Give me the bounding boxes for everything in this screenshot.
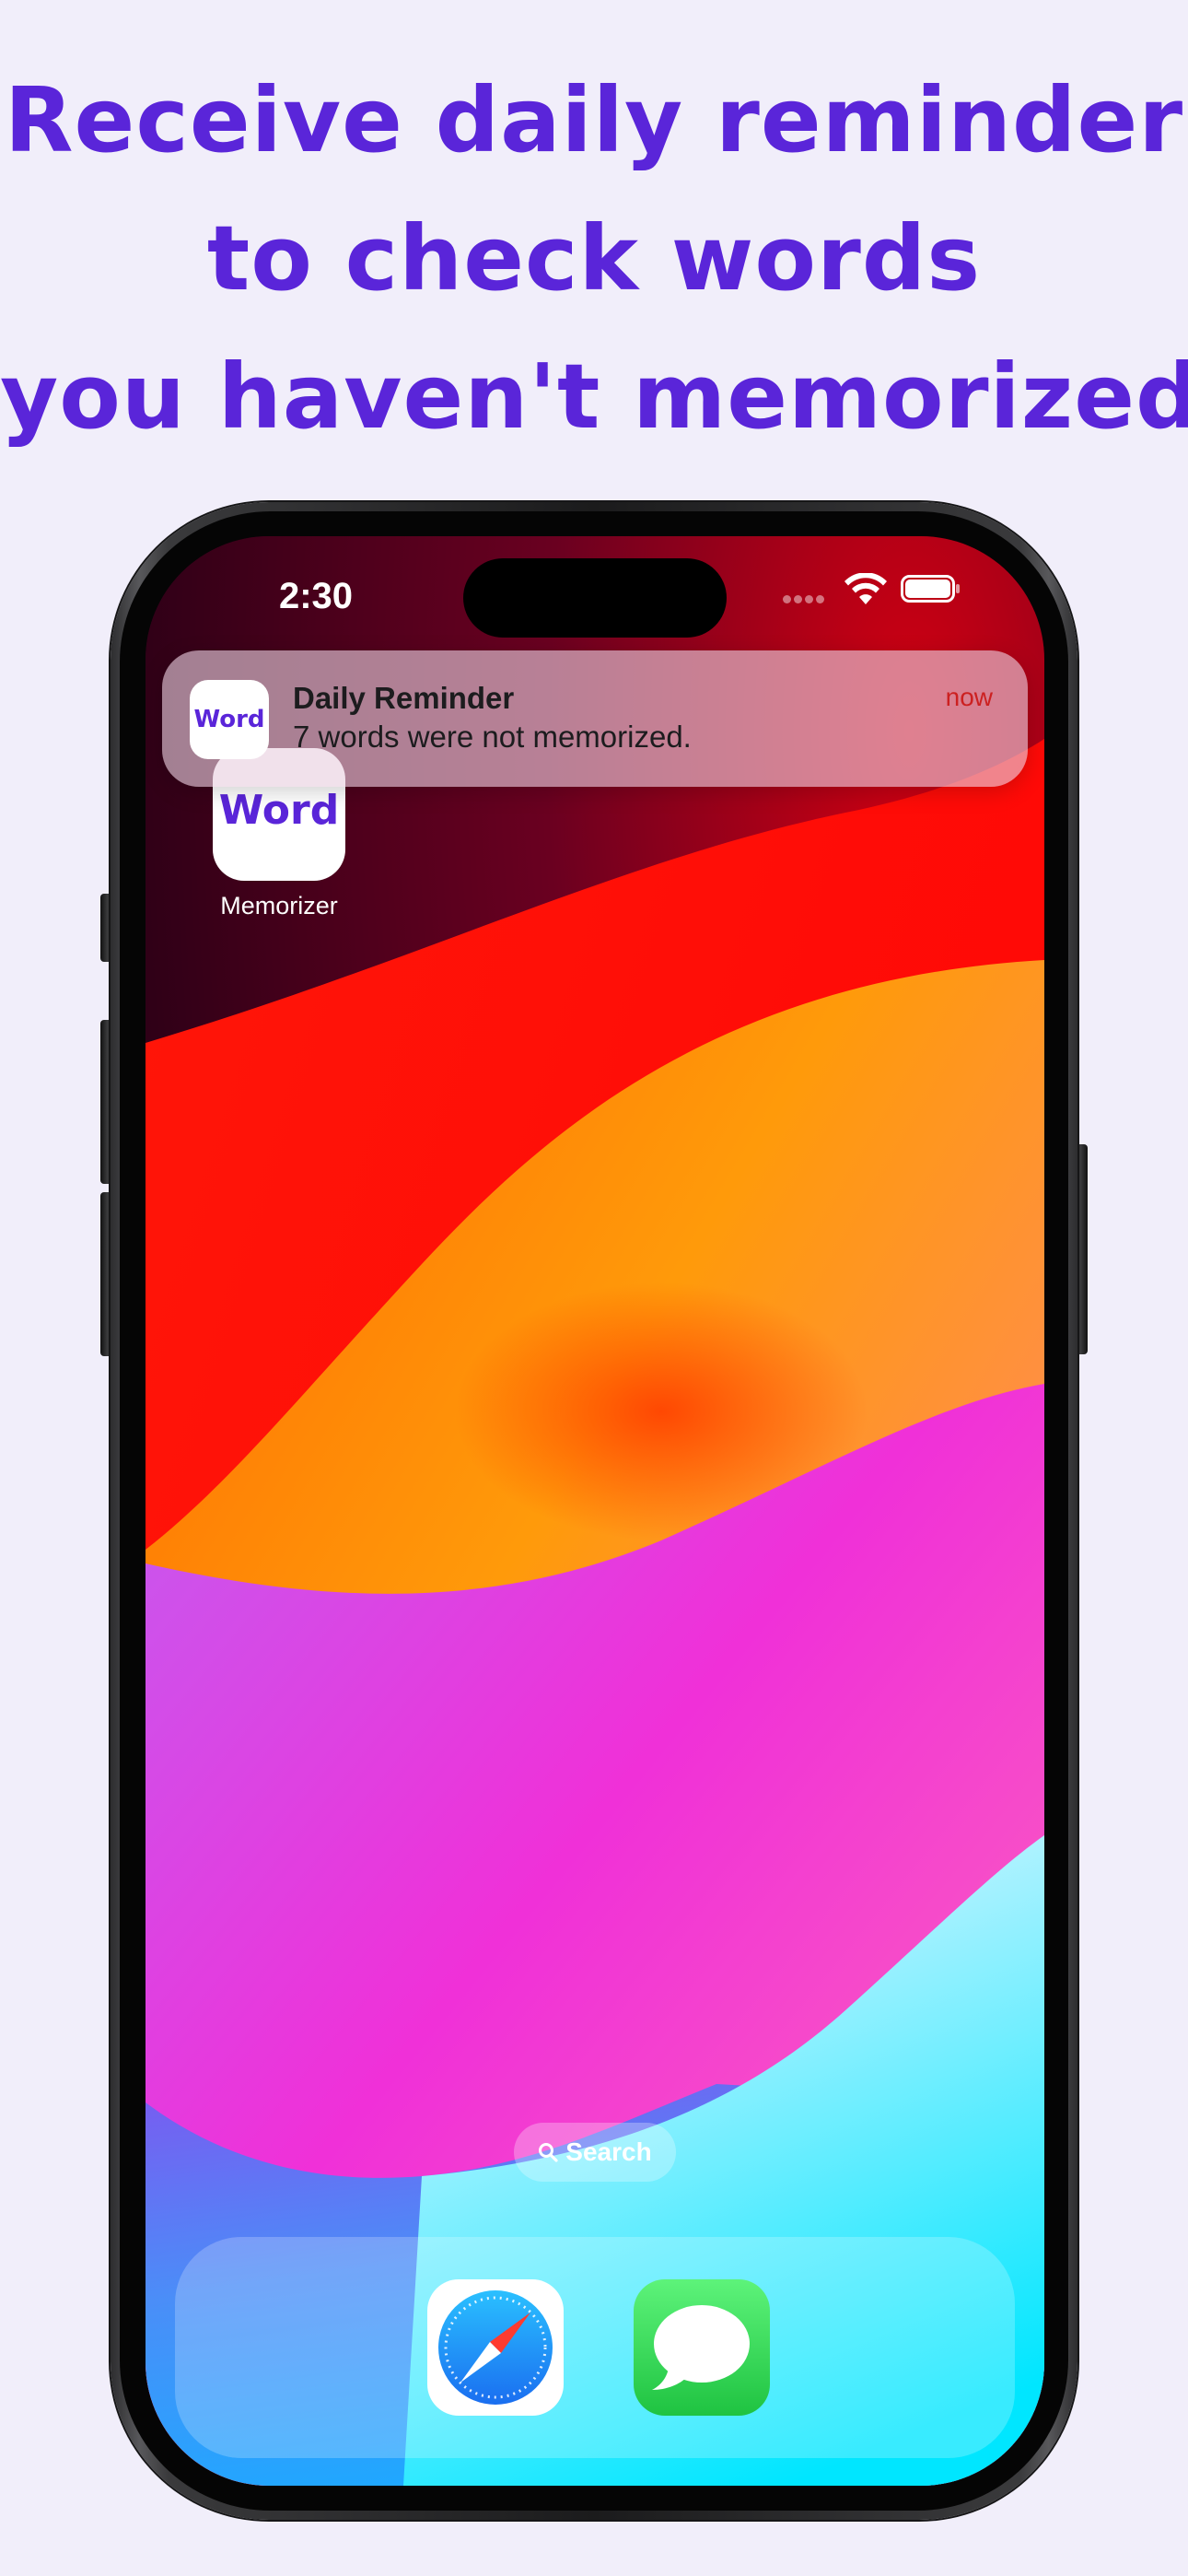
battery-icon [901,575,960,603]
search-icon [539,2142,558,2162]
notification-time: now [945,683,993,711]
signal-dots-icon [783,590,834,603]
dock [175,2237,1015,2458]
headline-line-2: to check words [206,206,982,310]
dynamic-island [463,558,727,638]
home-app-icon-text: Word [218,787,340,834]
notification-app-icon-text: Word [193,706,265,733]
home-app-label: Memorizer [220,892,338,919]
notification-title: Daily Reminder [293,681,515,715]
headline-line-3: you haven't memorized [0,345,1188,449]
notification-body: 7 words were not memorized. [293,720,692,754]
notification-app-icon: Word [190,680,269,759]
search-button[interactable]: Search [514,2123,676,2182]
search-label: Search [565,2137,652,2166]
messages-icon [652,2305,750,2390]
headline: Receive daily reminder to check words yo… [0,52,1188,466]
status-time: 2:30 [278,576,354,616]
safari-icon [438,2290,553,2405]
wifi-icon [844,573,887,604]
dock-app-safari[interactable] [427,2279,564,2416]
dock-app-messages[interactable] [634,2279,770,2416]
headline-line-1: Receive daily reminder [4,68,1184,172]
phone-screen: 2:30 Word Memorizer Word Daily Reminder … [146,536,1044,2486]
notification-banner[interactable]: Word Daily Reminder 7 words were not mem… [162,650,1028,787]
